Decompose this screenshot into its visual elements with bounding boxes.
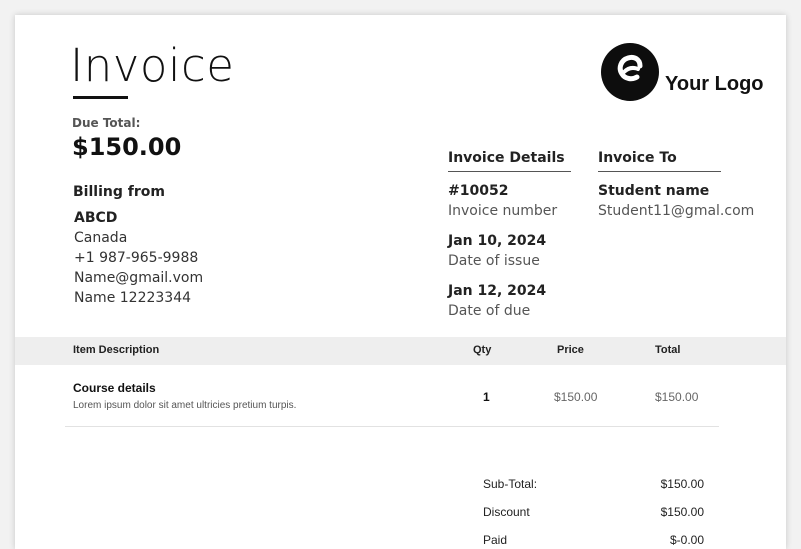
billing-email: Name@gmail.vom <box>74 270 204 286</box>
item-qty: 1 <box>483 390 490 404</box>
issue-date-label: Date of issue <box>448 253 540 269</box>
billing-id: Name 12223344 <box>74 290 192 306</box>
column-header-price: Price <box>557 344 584 356</box>
recipient-name: Student name <box>598 183 710 199</box>
due-date-label: Date of due <box>448 303 531 319</box>
paid-value: $-0.00 <box>669 533 704 547</box>
due-total-label: Due Total: <box>72 116 141 130</box>
column-header-qty: Qty <box>473 344 492 356</box>
logo-text: Your Logo <box>665 73 764 95</box>
due-total-amount: $150.00 <box>72 133 182 161</box>
invoice-number-value: #10052 <box>448 183 509 199</box>
invoice-details-heading: Invoice Details <box>448 150 565 166</box>
billing-name: ABCD <box>74 210 118 226</box>
billing-from-heading: Billing from <box>73 184 165 200</box>
paid-label: Paid <box>483 533 508 547</box>
title-underline <box>73 96 128 99</box>
subtotal-label: Sub-Total: <box>483 477 538 491</box>
item-price: $150.00 <box>554 390 598 404</box>
column-header-total: Total <box>655 344 681 356</box>
item-total: $150.00 <box>655 390 699 404</box>
subtotal-value: $150.00 <box>660 477 704 491</box>
discount-value: $150.00 <box>660 505 704 519</box>
logo-icon <box>601 43 659 101</box>
invoice-details-rule <box>448 171 571 172</box>
item-row-divider <box>65 426 719 427</box>
column-header-description: Item Description <box>73 344 160 356</box>
invoice-sheet: Invoice Due Total: $150.00 Your Logo Bil… <box>15 15 786 549</box>
recipient-email: Student11@gmal.com <box>598 203 755 219</box>
item-name: Course details <box>73 381 156 395</box>
issue-date-value: Jan 10, 2024 <box>448 233 547 249</box>
billing-country: Canada <box>74 230 128 246</box>
discount-label: Discount <box>483 505 530 519</box>
due-date-value: Jan 12, 2024 <box>448 283 547 299</box>
billing-phone: +1 987-965-9988 <box>74 250 199 266</box>
invoice-to-heading: Invoice To <box>598 150 677 166</box>
item-description: Lorem ipsum dolor sit amet ultricies pre… <box>73 400 297 411</box>
invoice-number-label: Invoice number <box>448 203 558 219</box>
invoice-to-rule <box>598 171 721 172</box>
invoice-title: Invoice <box>70 39 235 92</box>
